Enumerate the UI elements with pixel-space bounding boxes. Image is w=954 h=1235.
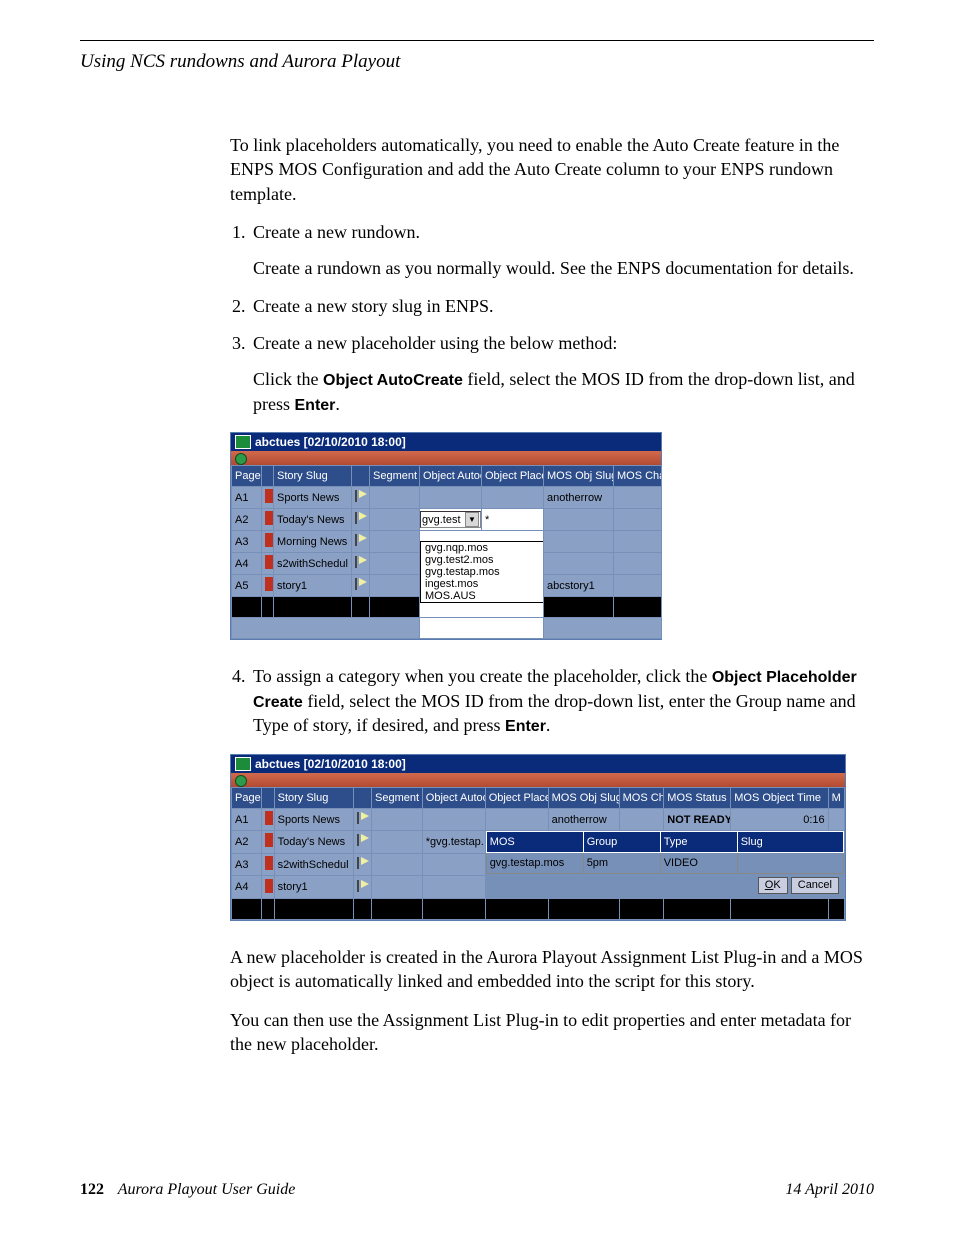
story-flag-icon (357, 834, 372, 846)
popup-header-slug: Slug (737, 832, 843, 853)
window-icon (235, 435, 251, 449)
steps-list-continued: To assign a category when you create the… (230, 664, 874, 738)
popup-header-group: Group (583, 832, 660, 853)
page-footer: 122 Aurora Playout User Guide 14 April 2… (80, 1181, 874, 1199)
table-row[interactable]: A1 Sports News anotherrow (232, 487, 662, 509)
table-row[interactable]: A2 Today's News gvg.test ▼ * (232, 509, 662, 531)
dropdown-option[interactable]: gvg.nqp.mos (421, 542, 544, 554)
story-flag-icon (357, 880, 372, 892)
steps-list: Create a new rundown. Create a rundown a… (230, 220, 874, 416)
object-autocreate-dropdown[interactable]: gvg.test ▼ (420, 511, 481, 528)
autocreate-dropdown-list[interactable]: gvg.nqp.mos gvg.test2.mos gvg.testap.mos… (420, 541, 544, 603)
window-toolbar (231, 773, 845, 787)
story-flag-icon (355, 512, 370, 524)
enps-rundown-window-2: abctues [02/10/2010 18:00] Page Story Sl… (230, 754, 846, 921)
intro-paragraph: To link placeholders automatically, you … (230, 133, 874, 206)
enps-rundown-window-1: abctues [02/10/2010 18:00] Page Story Sl… (230, 432, 662, 640)
table-header-row: Page Story Slug Segment Object Autocreat… (232, 466, 662, 487)
table-row (232, 899, 845, 920)
section-header: Using NCS rundowns and Aurora Playout (80, 51, 874, 73)
story-flag-icon (357, 857, 372, 869)
story-flag-icon (355, 556, 370, 568)
popup-type-input[interactable]: VIDEO (660, 853, 737, 874)
window-title: abctues [02/10/2010 18:00] (255, 757, 406, 771)
rundown-table: Page Story Slug Segment Object Autocreat… (231, 465, 662, 639)
window-icon (235, 757, 251, 771)
popup-header-type: Type (660, 832, 737, 853)
page-number: 122 (80, 1181, 104, 1198)
table-row[interactable]: A1 Sports News anotherrow NOT READY 0:16 (232, 809, 845, 831)
toolbar-status-icon (235, 453, 247, 465)
popup-header-mos: MOS (486, 832, 583, 853)
table-row (232, 618, 662, 639)
ok-button[interactable]: OK (758, 877, 788, 894)
window-titlebar: abctues [02/10/2010 18:00] (231, 433, 661, 451)
story-flag-icon (357, 812, 372, 824)
outro-paragraph-1: A new placeholder is created in the Auro… (230, 945, 874, 994)
popup-group-input[interactable]: 5pm (583, 853, 660, 874)
window-title: abctues [02/10/2010 18:00] (255, 435, 406, 449)
story-flag-icon (355, 578, 370, 590)
chevron-down-icon[interactable]: ▼ (465, 512, 479, 527)
dropdown-option[interactable]: ingest.mos (421, 578, 544, 590)
cancel-button[interactable]: Cancel (791, 877, 839, 894)
dropdown-option[interactable]: gvg.testap.mos (421, 566, 544, 578)
step-1-sub: Create a rundown as you normally would. … (253, 256, 874, 280)
popup-slug-input[interactable] (737, 853, 843, 874)
footer-doc-title: Aurora Playout User Guide (118, 1181, 296, 1198)
story-flag-icon (355, 490, 370, 502)
window-toolbar (231, 451, 661, 465)
step-2: Create a new story slug in ENPS. (250, 294, 874, 318)
popup-mos-input[interactable]: gvg.testap.mos (486, 853, 583, 874)
step-1: Create a new rundown. Create a rundown a… (250, 220, 874, 281)
table-header-row: Page Story Slug Segment Object Autocreat… (232, 788, 845, 809)
mos-status-cell: NOT READY (664, 809, 731, 831)
footer-date: 14 April 2010 (785, 1181, 874, 1199)
dropdown-option[interactable]: gvg.test2.mos (421, 554, 544, 566)
step-3: Create a new placeholder using the below… (250, 331, 874, 416)
dropdown-option[interactable]: MOS.AUS (421, 590, 544, 602)
table-row[interactable]: A2 Today's News *gvg.testap. MOS Group T… (232, 831, 845, 854)
toolbar-status-icon (235, 775, 247, 787)
outro-paragraph-2: You can then use the Assignment List Plu… (230, 1008, 874, 1057)
step-3-instruction: Click the Object AutoCreate field, selec… (253, 367, 874, 416)
rundown-table: Page Story Slug Segment Object Autocreat… (231, 787, 845, 920)
step-4: To assign a category when you create the… (250, 664, 874, 738)
placeholder-create-popup: MOS Group Type Slug gvg.testap.mos 5pm V… (486, 831, 844, 898)
window-titlebar: abctues [02/10/2010 18:00] (231, 755, 845, 773)
story-flag-icon (355, 534, 370, 546)
table-row[interactable]: A3 Morning News gvg.nqp.mos gvg.test2.mo… (232, 531, 662, 553)
